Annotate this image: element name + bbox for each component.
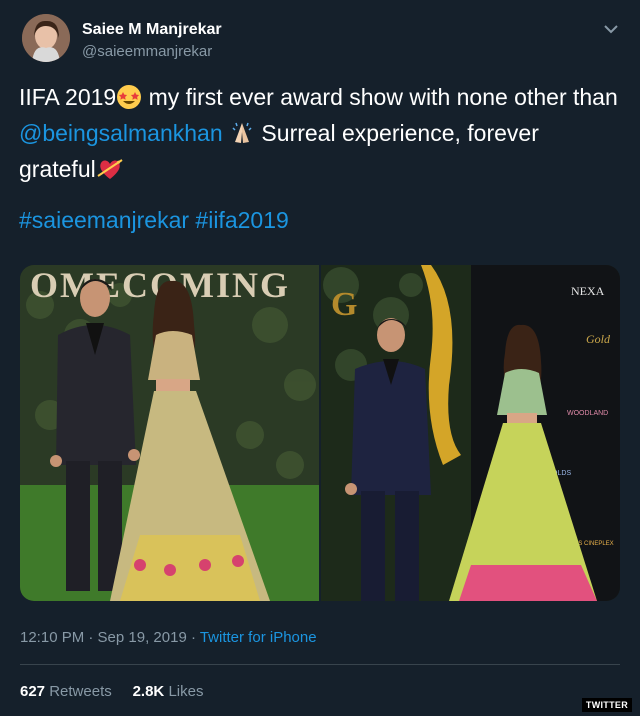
hashtags: #saieemanjrekar #iifa2019 <box>19 207 289 234</box>
folded-hands-emoji <box>229 120 255 154</box>
tweet-text: IIFA 2019 my first ever award show with … <box>19 82 619 190</box>
timestamp[interactable]: 12:10 PM · Sep 19, 2019 · <box>20 629 200 646</box>
event-logo-letter: G <box>331 286 357 323</box>
retweets-label: Retweets <box>49 683 112 700</box>
mention-link[interactable]: @beingsalmankhan <box>19 120 223 146</box>
chevron-down-icon[interactable] <box>602 20 620 38</box>
retweets-stat[interactable]: 627 Retweets <box>20 683 112 700</box>
hashtag-link[interactable]: #iifa2019 <box>195 207 288 233</box>
tweet-text-part1: IIFA 2019 <box>19 84 117 110</box>
likes-count: 2.8K <box>132 683 165 700</box>
retweets-count: 627 <box>20 683 46 700</box>
watermark-badge: TWITTER <box>581 698 632 712</box>
likes-label: Likes <box>168 683 204 700</box>
tweet-header: Saiee M Manjrekar @saieemmanjrekar <box>22 14 622 64</box>
likes-stat[interactable]: 2.8K Likes <box>133 683 204 700</box>
hashtag-link[interactable]: #saieemanjrekar <box>19 207 189 233</box>
photo-right[interactable]: G NEXA Gold WOODLAND HOLDS COLORS CINEPL… <box>321 265 620 601</box>
sponsor-woodland: WOODLAND <box>567 410 608 417</box>
source-link[interactable]: Twitter for iPhone <box>200 629 317 646</box>
user-handle[interactable]: @saieemmanjrekar <box>82 43 212 60</box>
star-struck-emoji <box>116 84 142 118</box>
display-name[interactable]: Saiee M Manjrekar <box>82 21 222 39</box>
tweet-text-part2: my first ever award show with none other… <box>142 84 618 110</box>
tweet-media[interactable]: OMECOMING G NEXA Gold WOODLAND HOLDS COL… <box>20 265 620 601</box>
divider <box>20 664 620 665</box>
sponsor-gold: Gold <box>586 332 611 346</box>
photo-left[interactable]: OMECOMING <box>20 265 319 601</box>
tweet-meta: 12:10 PM · Sep 19, 2019 · Twitter for iP… <box>20 629 317 646</box>
heart-with-arrow-emoji <box>96 156 124 190</box>
avatar[interactable] <box>22 14 70 62</box>
sponsor-nexa: NEXA <box>571 284 605 298</box>
tweet-stats: 627 Retweets 2.8K Likes <box>20 683 203 700</box>
